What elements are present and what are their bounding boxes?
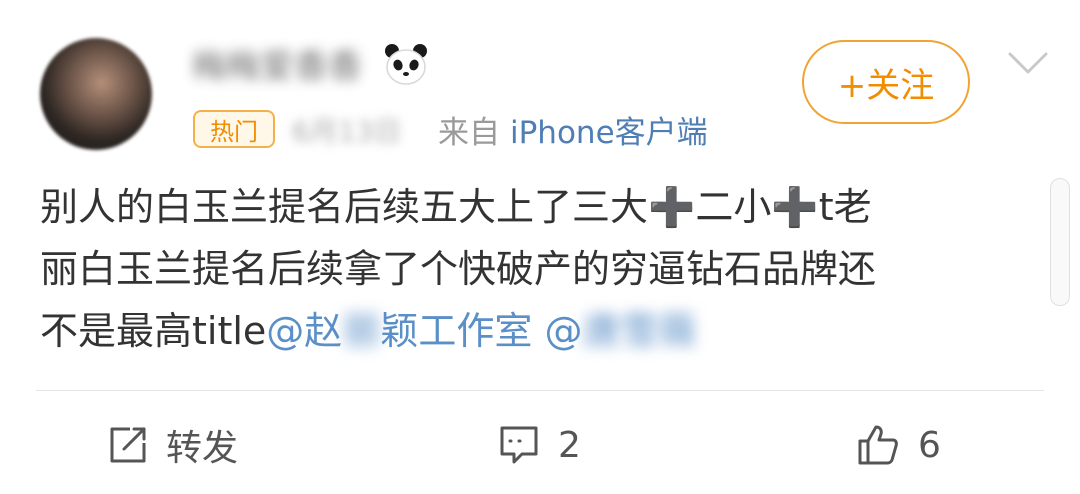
content-line: 丽白玉兰提名后续拿了个快破产的穷逼钻石品牌还 [40,247,877,291]
scrollbar[interactable] [1050,178,1070,306]
post-content: 别人的白玉兰提名后续五大上了三大➕二小➕t老 丽白玉兰提名后续拿了个快破产的穷逼… [40,176,1044,362]
chevron-down-icon[interactable] [1006,48,1050,78]
mention-link[interactable]: @唐雪薇 [544,309,696,353]
comment-count: 2 [558,424,581,466]
like-button[interactable]: 6 [856,418,941,472]
plus-emoji: ➕ [648,185,696,229]
source-app: iPhone客户端 [510,114,708,151]
repost-label: 转发 [166,428,239,469]
like-count: 6 [918,424,941,466]
follow-button[interactable]: +关注 [802,40,970,124]
post-source: 来自 iPhone客户端 [438,108,708,151]
divider [36,390,1044,391]
comment-icon [500,426,538,464]
avatar[interactable] [40,38,152,150]
mention-link[interactable]: @赵丽颖工作室 [266,309,532,353]
like-icon [858,425,898,465]
plus-emoji: ➕ [771,185,819,229]
source-prefix: 来自 [438,114,500,151]
hot-badge: 热门 [193,110,275,148]
comment-button[interactable]: 2 [498,418,581,472]
post-time: 6月13日 [292,115,402,148]
panda-icon [385,44,427,85]
content-line: 不是最高title@赵丽颖工作室 @唐雪薇 [40,309,697,353]
username[interactable]: 梅梅爱香香 [192,42,362,87]
content-line: 别人的白玉兰提名后续五大上了三大➕二小➕t老 [40,185,872,229]
repost-icon [110,427,146,463]
repost-button[interactable]: 转发 [108,418,238,472]
